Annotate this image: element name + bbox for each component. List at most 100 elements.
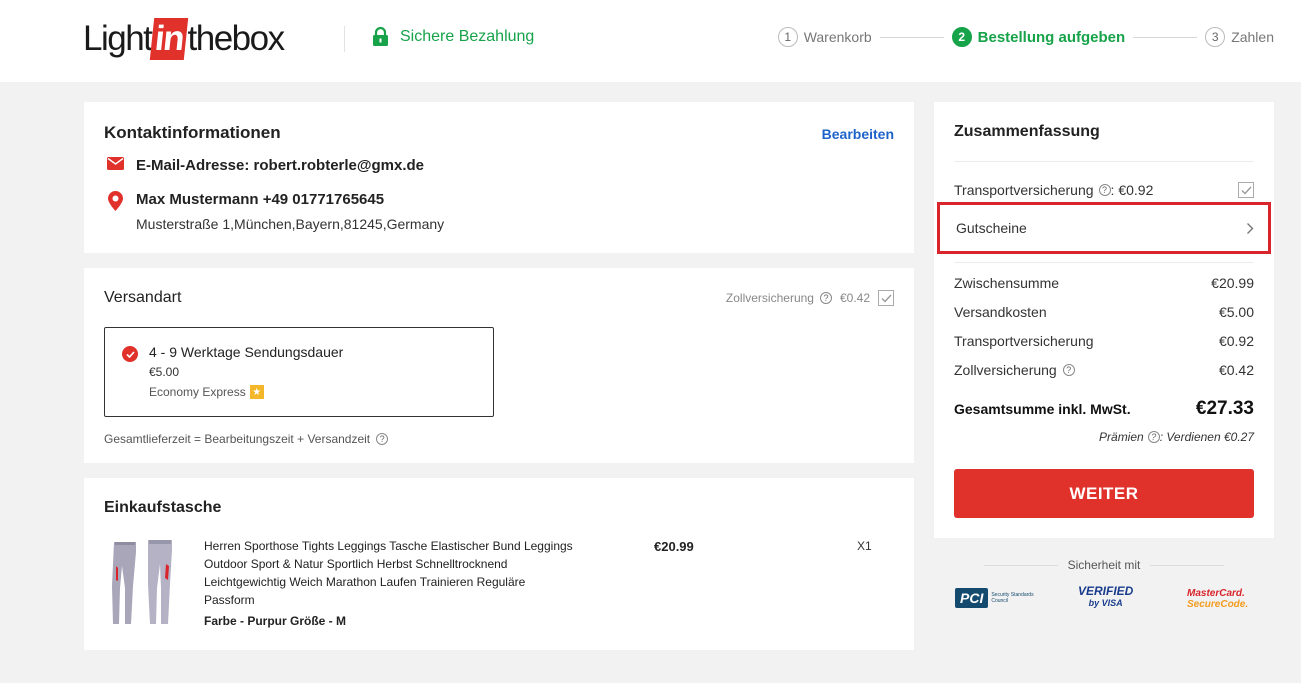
mail-icon [106,157,124,170]
logo-part-thebox: thebox [187,19,286,58]
product-image[interactable] [106,536,190,628]
lightinthebox-logo[interactable]: Light in thebox [83,17,286,61]
coupons-label: Gutscheine [956,220,1027,236]
chevron-right-icon [1247,222,1254,234]
step-number: 2 [951,27,972,47]
mc-line-1: MasterCard. [1187,588,1245,599]
customs-insurance-label: Zollversicherung [725,291,814,305]
line-value: €20.99 [1211,275,1254,291]
help-icon[interactable]: ? [819,292,832,304]
header-divider [344,26,345,52]
shipping-address: Musterstraße 1,München,Bayern,81245,Germ… [136,216,445,232]
transport-insurance-row: Transportversicherung ? : €0.92 [954,182,1254,198]
line-label: Transportversicherung [954,333,1094,349]
reward-points: Prämien ? : Verdienen €0.27 [1099,430,1254,444]
visa-line-1: VERIFIED [1078,584,1134,598]
shopping-bag-title: Einkaufstasche [104,499,222,516]
contact-info-title: Kontaktinformationen [104,123,281,142]
total-delivery-time-text: Gesamtlieferzeit = Bearbeitungszeit + Ve… [104,432,371,446]
subtotal-row: Zwischensumme €20.99 [954,275,1254,291]
logo-part-in: in [150,18,189,60]
help-icon[interactable]: ? [1062,364,1075,376]
secure-payment-label: Sichere Bezahlung [400,28,535,45]
reward-points-label: Prämien [1099,430,1144,444]
security-title: Sicherheit mit [934,558,1274,572]
product-price: €20.99 [654,539,694,554]
step-pay: 3 Zahlen [1205,27,1274,47]
star-icon: ★ [249,385,264,399]
pci-logo-subtitle: Security Standards Council [991,592,1034,604]
shipping-carrier: Economy Express ★ [149,385,264,399]
reward-points-value: : Verdienen €0.27 [1159,430,1254,444]
step-number: 1 [777,27,798,47]
shopping-bag-card: Einkaufstasche Herren Sporthose Tights L… [84,478,914,650]
customs-insurance-price: €0.42 [839,291,870,305]
secure-payment: Sichere Bezahlung [372,27,534,47]
shipping-method-card: Versandart Zollversicherung ? €0.42 4 - … [84,268,914,463]
customs-insurance-checkbox[interactable] [878,290,894,306]
help-icon[interactable]: ? [376,433,389,445]
grand-total-label: Gesamtsumme inkl. MwSt. [954,401,1131,417]
email-address: E-Mail-Adresse: robert.robterle@gmx.de [136,157,425,174]
step-number: 3 [1205,27,1226,47]
shipping-option-title: 4 - 9 Werktage Sendungsdauer [149,344,344,360]
line-label: Zwischensumme [954,275,1060,291]
order-summary-card: Zusammenfassung Transportversicherung ? … [934,102,1274,538]
step-connector [879,36,944,38]
location-pin-icon [106,191,124,211]
line-value: €0.92 [1218,333,1254,349]
total-delivery-time-note: Gesamtlieferzeit = Bearbeitungszeit + Ve… [104,432,392,446]
transport-insurance-checkbox[interactable] [1238,182,1254,198]
summary-title: Zusammenfassung [954,123,1100,140]
check-icon [881,294,892,303]
pci-logo-mark: PCI [955,588,989,608]
shipping-method-title: Versandart [104,289,182,306]
logo-part-light: Light [83,19,153,58]
transport-insurance-cost-row: Transportversicherung €0.92 [954,333,1254,349]
line-label: Zollversicherung [954,362,1057,378]
step-connector [1133,36,1198,38]
divider [954,262,1254,263]
grand-total-row: Gesamtsumme inkl. MwSt. €27.33 [954,398,1254,420]
step-label: Zahlen [1231,29,1274,45]
product-quantity: X1 [857,539,872,553]
selected-check-icon[interactable] [122,346,138,362]
product-name[interactable]: Herren Sporthose Tights Leggings Tasche … [204,537,574,609]
recipient-name-phone: Max Mustermann +49 01771765645 [136,191,385,208]
visa-line-2: by VISA [1088,598,1123,608]
security-badges: PCI Security Standards Council VERIFIED … [934,585,1274,617]
checkout-steps: 1 Warenkorb 2 Bestellung aufgeben 3 Zahl… [777,27,1274,47]
address-row: Max Mustermann +49 01771765645 [106,191,384,211]
line-value: €0.42 [1218,362,1254,378]
check-icon [1241,186,1252,195]
grand-total-value: €27.33 [1195,398,1254,419]
line-label: Versandkosten [954,304,1047,320]
mc-line-2: SecureCode. [1187,599,1248,610]
divider [954,161,1254,162]
pci-logo: PCI Security Standards Council [955,588,1035,608]
step-cart[interactable]: 1 Warenkorb [777,27,872,47]
carrier-name: Economy Express [149,385,246,399]
shipping-option-economy[interactable]: 4 - 9 Werktage Sendungsdauer €5.00 Econo… [104,327,494,417]
contact-info-card: Kontaktinformationen Bearbeiten E-Mail-A… [84,102,914,253]
step-label: Warenkorb [803,29,872,45]
verified-by-visa-logo: VERIFIED by VISA [1078,585,1133,609]
shipping-cost-row: Versandkosten €5.00 [954,304,1254,320]
coupons-row[interactable]: Gutscheine [937,202,1271,254]
email-row: E-Mail-Adresse: robert.robterle@gmx.de [106,157,424,174]
transport-insurance-value: : €0.92 [1110,182,1154,198]
customs-insurance-cost-row: Zollversicherung ? €0.42 [954,362,1254,378]
shipping-option-price: €5.00 [149,365,180,379]
mastercard-securecode-logo: MasterCard. SecureCode. [1187,588,1248,610]
product-attributes: Farbe - Purpur Größe - M [204,614,347,628]
line-value: €5.00 [1218,304,1254,320]
step-place-order: 2 Bestellung aufgeben [951,27,1126,47]
continue-button[interactable]: WEITER [954,469,1254,518]
help-icon[interactable]: ? [1147,431,1160,443]
edit-contact-link[interactable]: Bearbeiten [822,126,894,142]
step-label: Bestellung aufgeben [977,28,1126,46]
customs-insurance: Zollversicherung ? €0.42 [726,290,894,306]
mc-line-2-text: SecureCode. [1187,599,1249,610]
help-icon[interactable]: ? [1098,184,1111,196]
lock-icon [373,27,388,46]
